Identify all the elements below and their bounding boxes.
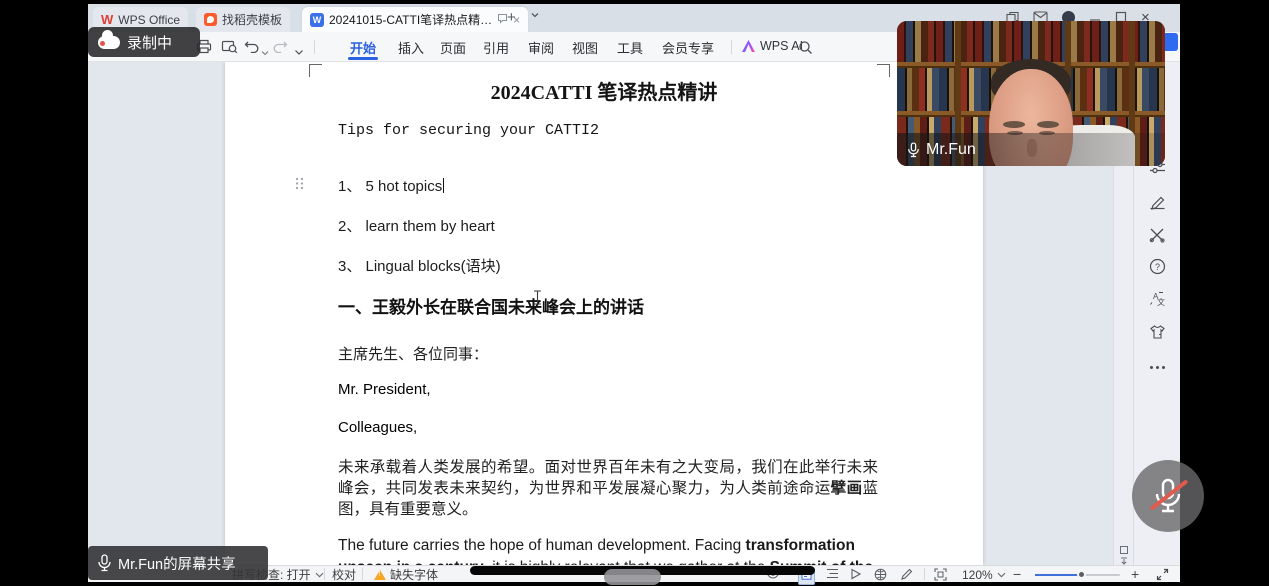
undo-icon[interactable] [244,39,260,58]
zoom-out-button[interactable]: − [1013,566,1021,582]
undo-chevron-icon[interactable] [261,43,269,61]
svg-text:?: ? [1155,262,1160,272]
menu-tab-review[interactable]: 审阅 [528,38,554,57]
menu-tab-insert[interactable]: 插入 [398,38,424,57]
text-cursor [443,178,444,193]
menu-tab-member[interactable]: 会员专享 [662,38,714,57]
tab-docer-templates[interactable]: 找稻壳模板 [196,7,290,32]
mic-muted-button[interactable] [1132,460,1204,532]
menu-tab-references[interactable]: 引用 [483,38,509,57]
menu-tab-page[interactable]: 页面 [440,38,466,57]
salutation-en-1: Mr. President, [338,381,878,398]
zoom-level-label: 120% [962,568,993,582]
list-item: 1、 5 hot topics [338,175,444,196]
help-icon[interactable]: ? [1149,258,1166,280]
list-item: 3、 Lingual blocks(语块) [338,255,501,276]
read-mode-icon[interactable] [850,568,861,583]
bookshelf-row [897,21,1165,63]
screen: W WPS Office 找稻壳模板 W 20241015-CATTI笔译热点精… [0,0,1269,586]
chevron-down-icon [315,572,324,578]
docer-logo-icon [204,13,217,26]
screen-share-label: Mr.Fun的屏幕共享 [118,553,236,574]
toolbar-chevron-icon[interactable] [294,43,304,61]
eyebrow [1003,121,1025,128]
recording-label: 录制中 [127,32,172,53]
doc-subtitle: Tips for securing your CATTI2 [338,122,599,139]
participant-video[interactable]: Mr.Fun [897,21,1165,166]
tab-label: 找稻壳模板 [222,11,282,28]
outline-view-icon[interactable] [826,568,839,582]
paragraph-zh: 未来承载着人类发展的希望。面对世界百年未有之大变局，我们在此举行未来峰会，共同发… [338,457,878,520]
doc-title: 2024CATTI 笔译热点精讲 [225,76,983,105]
tab-current-document[interactable]: W 20241015-CATTI笔译热点精… × [302,7,528,32]
proofread-label: 校对 [332,566,356,583]
document-page[interactable]: 2024CATTI 笔译热点精讲 Tips for securing your … [225,62,983,565]
cloud-record-icon [98,36,120,49]
divider [314,40,315,54]
warning-icon [374,570,386,580]
mouse-ibeam-cursor [533,290,542,310]
wps-ai-label: WPS AI [760,39,803,53]
participant-name: Mr.Fun [926,141,976,159]
fullscreen-icon[interactable] [1156,568,1169,584]
fit-page-icon[interactable] [934,568,947,584]
ink-pen-icon[interactable] [900,568,913,584]
page-indicator-pill [604,569,661,585]
new-tab-button[interactable]: + [507,9,516,26]
screen-share-banner[interactable]: Mr.Fun的屏幕共享 [88,546,268,580]
proofread-button[interactable]: 校对 [332,567,356,582]
zoom-percentage[interactable]: 120% [962,567,1006,582]
next-page-icon[interactable] [1119,554,1129,565]
divider [362,568,363,580]
search-icon[interactable] [798,40,813,60]
salutation-en-2: Colleagues, [338,419,878,436]
signature-icon[interactable] [1149,195,1166,216]
menu-tab-view[interactable]: 视图 [572,38,598,57]
divider [731,40,732,54]
recording-indicator[interactable]: 录制中 [88,27,200,57]
active-tab-underline [348,57,378,60]
more-icon[interactable] [1149,357,1166,375]
wps-ai-icon [742,40,755,52]
tab-label: 20241015-CATTI笔译热点精… [329,11,492,28]
word-doc-icon: W [310,13,324,27]
missing-font-warning[interactable]: 缺失字体 [374,567,438,582]
doc-heading: 一、王毅外长在联合国未来峰会上的讲话 [338,293,644,318]
eyebrow [1037,121,1059,128]
quick-tools-icon[interactable] [1149,227,1166,248]
zoom-in-button[interactable]: + [1131,566,1139,582]
print-preview-icon[interactable] [221,39,238,59]
paragraph-en: The future carries the hope of human dev… [338,535,878,565]
participant-nametag: Mr.Fun [897,133,1165,166]
salutation-zh: 主席先生、各位同事： [338,343,878,364]
menu-tab-tools[interactable]: 工具 [617,38,643,57]
microphone-icon [907,142,920,158]
list-item: 2、 learn them by heart [338,215,495,236]
svg-text:文: 文 [1157,297,1165,307]
zoom-slider-knob[interactable] [1077,570,1086,579]
missing-font-label: 缺失字体 [390,566,438,583]
wps-logo-icon: W [101,12,113,27]
zoom-slider-fill [1035,574,1080,576]
divider [324,568,325,580]
microphone-icon [97,554,112,572]
resume-assistant-icon[interactable] [1149,324,1166,345]
zoom-slider[interactable] [1035,574,1120,576]
tab-list-chevron-icon[interactable] [530,7,540,24]
chevron-down-icon [997,572,1006,578]
web-layout-icon[interactable] [874,568,887,584]
wps-ai-button[interactable]: WPS AI [742,39,803,53]
divider [924,568,925,580]
menu-tab-home[interactable]: 开始 [350,38,376,57]
translate-icon[interactable]: A文 [1149,290,1166,312]
tab-label: WPS Office [118,13,180,27]
paragraph-drag-handle-icon[interactable] [295,177,304,195]
redo-icon[interactable] [272,39,288,58]
